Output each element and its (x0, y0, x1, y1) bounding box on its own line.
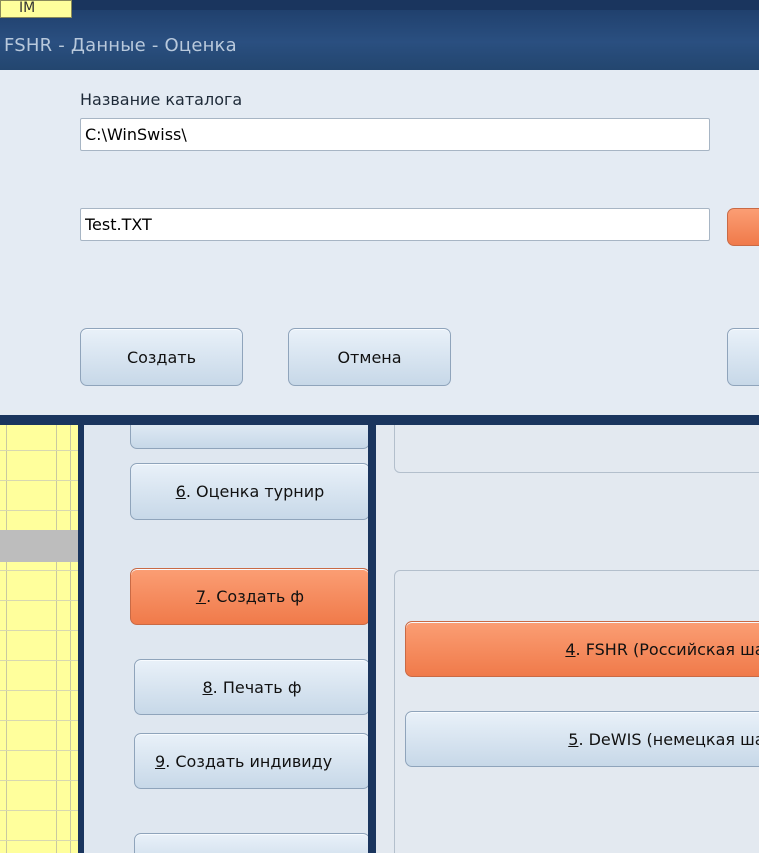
menu-button-8-print[interactable]: 8. Печать ф (134, 659, 370, 715)
fshr-data-dialog: IM FSHR - Данные - Оценка Название катал… (0, 0, 759, 425)
dialog-titlebar[interactable]: IM FSHR - Данные - Оценка (0, 0, 759, 70)
format-button-5-dewis[interactable]: 5. DeWIS (немецкая шах (405, 711, 759, 767)
create-button[interactable]: Создать (80, 328, 243, 386)
catalog-label: Название каталога (80, 90, 243, 109)
dialog-extra-button[interactable] (727, 328, 759, 386)
file-name-input[interactable] (80, 208, 710, 241)
selected-row[interactable] (0, 530, 78, 562)
sheet-tab[interactable]: IM (0, 0, 72, 18)
menu-button-9-create-individual[interactable]: 9. Создать индивиду (134, 733, 370, 789)
dialog-title: FSHR - Данные - Оценка (4, 35, 237, 56)
catalog-input[interactable] (80, 118, 710, 151)
cancel-button[interactable]: Отмена (288, 328, 451, 386)
browse-button[interactable] (727, 208, 759, 246)
menu-button-6-evaluate-tournament[interactable]: 6. Оценка турнир (130, 463, 370, 520)
format-groupbox: 4. FSHR (Российская шах 5. DeWIS (немецк… (394, 570, 759, 853)
menu-button-10[interactable] (134, 833, 370, 853)
format-button-4-fshr[interactable]: 4. FSHR (Российская шах (405, 621, 759, 677)
screen: 6. Оценка турнир 7. Создать ф 8. Печать … (0, 0, 759, 853)
menu-button-7-create-file[interactable]: 7. Создать ф (130, 568, 370, 625)
